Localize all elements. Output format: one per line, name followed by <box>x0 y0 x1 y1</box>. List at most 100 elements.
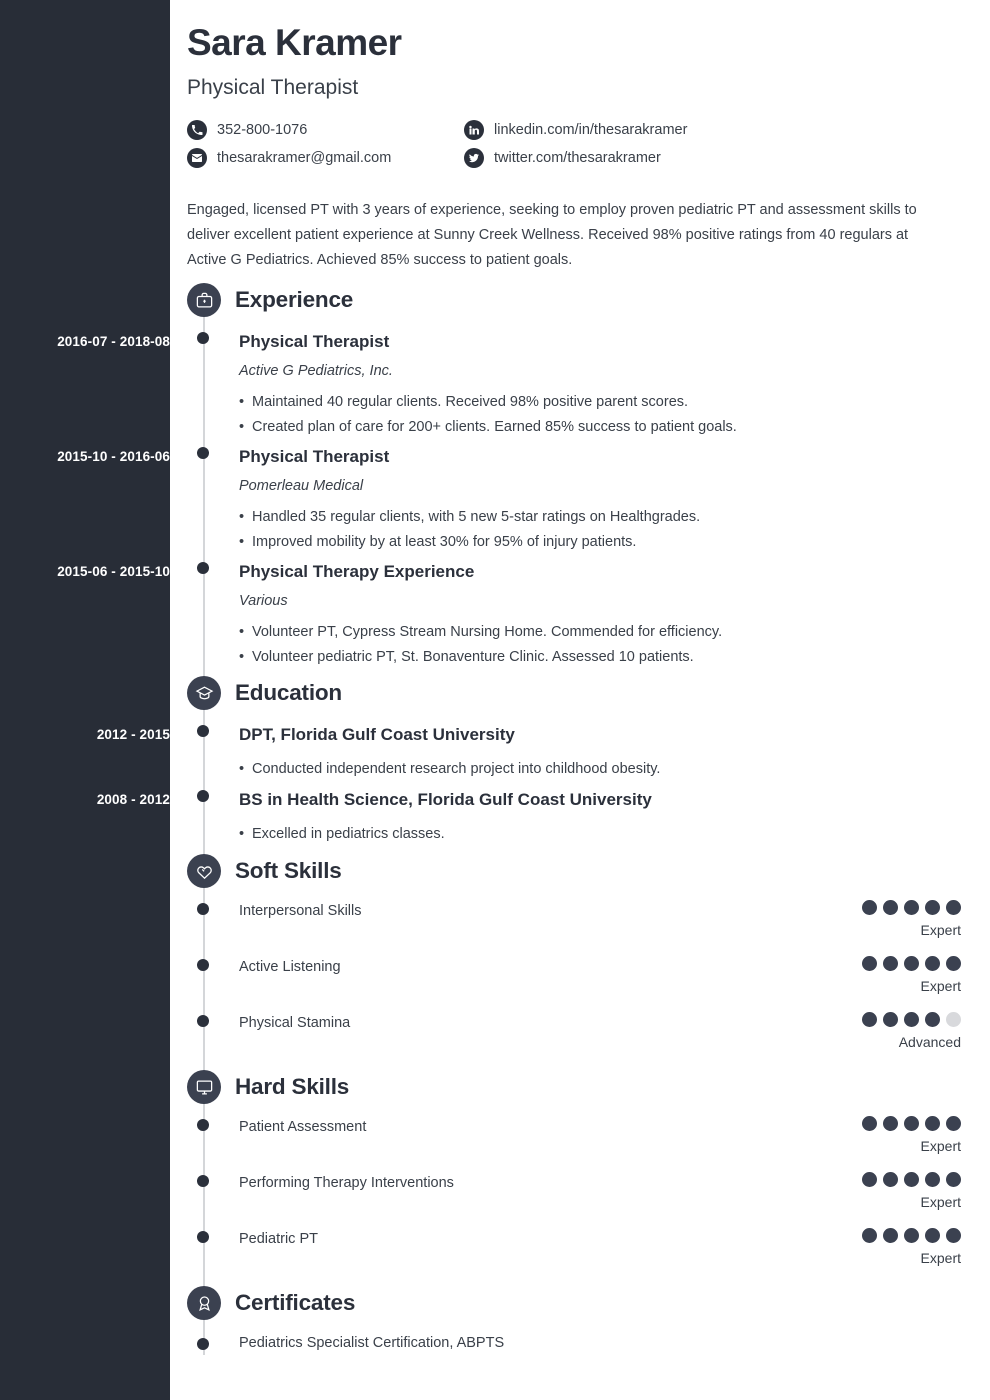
pip <box>925 1172 940 1187</box>
soft-skill-level-1: Expert <box>920 978 961 994</box>
linkedin-icon <box>464 119 484 140</box>
section-title-hard-skills: Hard Skills <box>235 1074 350 1099</box>
experience-title-2: Physical Therapy Experience <box>239 562 475 581</box>
sidebar-panel <box>0 0 170 1400</box>
pip <box>862 900 877 915</box>
section-heading-certificates: Certificates <box>187 1286 356 1320</box>
timeline-dot <box>197 1015 209 1027</box>
contact-list: 352-800-1076 linkedin.com/in/thesarakram… <box>187 119 967 168</box>
email-icon <box>187 147 207 168</box>
experience-employer-0: Active G Pediatrics, Inc. <box>239 363 393 380</box>
list-item: Volunteer PT, Cypress Stream Nursing Hom… <box>239 620 959 645</box>
education-bullets-1: Excelled in pediatrics classes. <box>239 822 959 847</box>
timeline-dot <box>197 1175 209 1187</box>
list-item: Created plan of care for 200+ clients. E… <box>239 415 959 440</box>
experience-bullets-0: Maintained 40 regular clients. Received … <box>239 390 959 440</box>
timeline-dot <box>197 725 209 737</box>
education-entry-1: BS in Health Science, Florida Gulf Coast… <box>197 790 959 847</box>
experience-title-1: Physical Therapist <box>239 447 390 466</box>
list-item: Conducted independent research project i… <box>239 757 959 782</box>
soft-skill-name-0: Interpersonal Skills <box>239 903 362 919</box>
pip <box>862 1012 877 1027</box>
list-item: Maintained 40 regular clients. Received … <box>239 390 959 415</box>
phone-icon <box>187 119 207 140</box>
rating-pips <box>862 1012 961 1027</box>
resume-page: Sara Kramer Physical Therapist 352-800-1… <box>0 0 990 1400</box>
timeline-dot <box>197 903 209 915</box>
list-item: Excelled in pediatrics classes. <box>239 822 959 847</box>
hard-skill-name-2: Pediatric PT <box>239 1231 318 1247</box>
rating-pips <box>862 1116 961 1131</box>
pip <box>883 900 898 915</box>
pip <box>925 1116 940 1131</box>
certificate-text-0: Pediatrics Specialist Certification, ABP… <box>239 1335 505 1351</box>
soft-skill-rating-0: Expert <box>862 900 961 939</box>
soft-skill-row-2: Physical Stamina Advanced <box>197 1012 961 1050</box>
soft-skill-rating-1: Expert <box>862 956 961 995</box>
contact-email-text: thesarakramer@gmail.com <box>217 149 392 166</box>
list-item: Handled 35 regular clients, with 5 new 5… <box>239 505 959 530</box>
contact-phone[interactable]: 352-800-1076 <box>187 119 464 140</box>
education-date-1: 2008 - 2012 <box>96 792 170 807</box>
timeline-rail <box>203 310 205 1355</box>
hard-skill-level-1: Expert <box>920 1194 961 1210</box>
soft-skill-level-2: Advanced <box>898 1034 961 1050</box>
section-title-experience: Experience <box>235 287 354 312</box>
education-bullets-0: Conducted independent research project i… <box>239 757 959 782</box>
pip <box>883 1228 898 1243</box>
section-heading-hard-skills: Hard Skills <box>187 1070 350 1104</box>
heart-hand-icon <box>187 854 221 888</box>
candidate-job-title: Physical Therapist <box>187 75 359 99</box>
contact-email[interactable]: thesarakramer@gmail.com <box>187 147 464 168</box>
pip <box>946 1116 961 1131</box>
timeline-dot <box>197 1119 209 1131</box>
experience-bullets-1: Handled 35 regular clients, with 5 new 5… <box>239 505 959 555</box>
hard-skill-row-0: Patient Assessment Expert <box>197 1116 961 1154</box>
soft-skill-row-0: Interpersonal Skills Expert <box>197 900 961 938</box>
list-item: Volunteer pediatric PT, St. Bonaventure … <box>239 645 959 670</box>
pip <box>883 1012 898 1027</box>
graduation-cap-icon <box>187 676 221 710</box>
hard-skill-row-1: Performing Therapy Interventions Expert <box>197 1172 961 1210</box>
resume-header: Sara Kramer Physical Therapist 352-800-1… <box>187 22 967 168</box>
pip <box>904 1116 919 1131</box>
pip <box>862 1116 877 1131</box>
timeline-dot <box>197 959 209 971</box>
experience-title-0: Physical Therapist <box>239 332 390 351</box>
pip <box>946 956 961 971</box>
section-heading-education: Education <box>187 676 342 710</box>
award-ribbon-icon <box>187 1286 221 1320</box>
experience-employer-1: Pomerleau Medical <box>239 478 364 495</box>
soft-skill-row-1: Active Listening Expert <box>197 956 961 994</box>
rating-pips <box>862 1228 961 1243</box>
soft-skill-name-2: Physical Stamina <box>239 1015 351 1031</box>
soft-skill-rating-2: Advanced <box>862 1012 961 1051</box>
pip <box>904 1012 919 1027</box>
pip <box>904 956 919 971</box>
experience-date-2: 2015-06 - 2015-10 <box>57 564 170 579</box>
pip <box>946 1228 961 1243</box>
pip <box>883 1116 898 1131</box>
hard-skill-rating-0: Expert <box>862 1116 961 1155</box>
experience-entry-2: Physical Therapy Experience Various Volu… <box>197 562 959 670</box>
hard-skill-name-0: Patient Assessment <box>239 1119 367 1135</box>
pip <box>946 1172 961 1187</box>
pip <box>946 1012 961 1027</box>
section-title-certificates: Certificates <box>235 1290 356 1315</box>
experience-employer-2: Various <box>239 593 288 610</box>
pip <box>925 956 940 971</box>
experience-bullets-2: Volunteer PT, Cypress Stream Nursing Hom… <box>239 620 959 670</box>
timeline-dot <box>197 562 209 574</box>
contact-linkedin[interactable]: linkedin.com/in/thesarakramer <box>464 119 967 140</box>
hard-skill-rating-2: Expert <box>862 1228 961 1267</box>
twitter-icon <box>464 147 484 168</box>
section-heading-experience: Experience <box>187 283 354 317</box>
hard-skill-level-0: Expert <box>920 1138 961 1154</box>
experience-date-1: 2015-10 - 2016-06 <box>57 449 170 464</box>
pip <box>925 1012 940 1027</box>
pip <box>925 1228 940 1243</box>
pip <box>862 956 877 971</box>
contact-twitter[interactable]: twitter.com/thesarakramer <box>464 147 967 168</box>
education-date-0: 2012 - 2015 <box>96 727 170 742</box>
professional-summary: Engaged, licensed PT with 3 years of exp… <box>187 202 917 268</box>
